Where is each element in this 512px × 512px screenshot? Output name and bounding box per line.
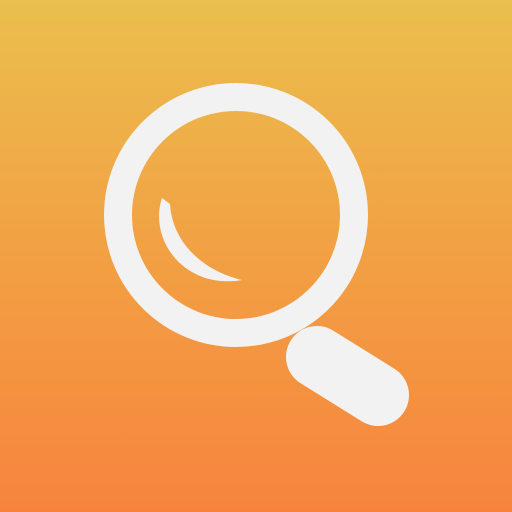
magnifier-handle — [286, 326, 409, 426]
icon-background — [0, 0, 512, 512]
magnifying-glass-icon — [0, 0, 512, 512]
app-icon[interactable] — [0, 0, 512, 512]
